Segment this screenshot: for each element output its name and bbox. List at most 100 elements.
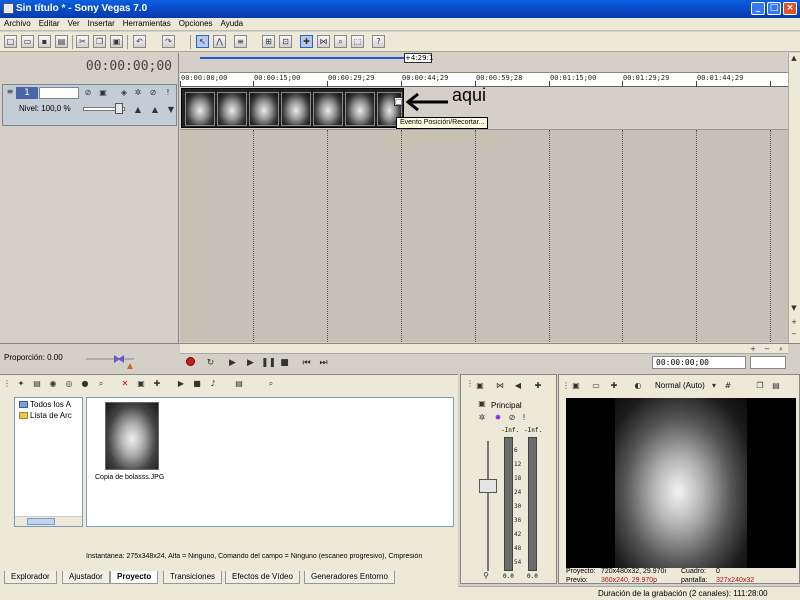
timeline-vertical-scrollbar[interactable]: ▲ ▼ + − [788,53,800,343]
panel-grip-icon[interactable]: ⋮ [2,379,12,389]
scroll-up-icon[interactable]: ▲ [789,53,799,63]
insert-bus-icon[interactable]: ▣ [475,381,485,391]
import-media-icon[interactable]: ▤ [32,379,42,389]
menu-ayuda[interactable]: Ayuda [217,18,248,28]
media-thumbnail[interactable] [105,402,159,470]
media-fx-icon[interactable]: ✚ [152,379,162,389]
mute-icon[interactable]: ⊘ [507,413,517,423]
auto-crossfade-icon[interactable]: ⋈ [317,35,330,48]
ignore-grouping-icon[interactable]: ⊡ [279,35,292,48]
record-icon[interactable] [184,357,197,369]
zoom-tool-icon[interactable]: ⌕ [334,35,347,48]
lock-icon[interactable]: ⚲ [481,571,491,581]
timeline-horizontal-scrollbar[interactable] [180,344,788,354]
play-icon[interactable]: ▶ [244,357,257,369]
minimize-button[interactable]: _ [751,2,765,15]
composite-mode-icon[interactable]: ◈ [119,88,129,98]
downmix-icon[interactable]: ⋈ [495,381,505,391]
event-pan-crop-icon[interactable]: ▢ [394,97,403,106]
menu-opciones[interactable]: Opciones [175,18,217,28]
track-motion-icon[interactable]: ▣ [98,88,108,98]
globe-icon[interactable]: ● [80,379,90,389]
cut-icon[interactable]: ✂ [76,35,89,48]
external-monitor-icon[interactable]: ▭ [591,381,601,391]
gear-icon[interactable]: ✸ [493,413,503,423]
master-fader-track[interactable] [487,441,489,571]
tree-horizontal-scrollbar[interactable] [15,516,82,526]
tab-proyecto[interactable]: Proyecto [110,571,159,584]
arrow-down-icon[interactable]: ▼ [166,105,176,115]
mute-icon[interactable]: ⊘ [148,88,158,98]
arrow-up-icon[interactable]: ▲ [133,105,143,115]
timeline-empty-area[interactable] [180,130,788,342]
split-screen-icon[interactable]: ◐ [633,381,643,391]
wand-icon[interactable]: ✦ [16,379,26,389]
panel-grip-icon[interactable]: ⋮ [561,381,571,391]
selection-tool-icon[interactable]: ⬚ [351,35,364,48]
tree-item-all-media[interactable]: Todos los A [19,400,81,409]
bus-fx-icon[interactable]: ✲ [477,413,487,423]
tab-generadores-entorno[interactable]: Generadores Entorno [304,571,395,584]
zoom-h-icon[interactable]: ⌕ [776,344,786,354]
lock-envelopes-icon[interactable]: ⊞ [262,35,275,48]
search-media-icon[interactable]: ⌕ [96,379,106,389]
delete-icon[interactable]: ✕ [120,379,130,389]
scroll-thumb[interactable] [27,518,55,525]
menu-herramientas[interactable]: Herramientas [119,18,175,28]
open-icon[interactable]: ▭ [21,35,34,48]
auto-preview-icon[interactable]: ♪ [208,379,218,389]
assignable-fx-icon[interactable]: ✚ [533,381,543,391]
solo-icon[interactable]: ! [519,413,529,423]
loop-region-bar[interactable] [200,57,404,59]
menu-insertar[interactable]: Insertar [84,18,119,28]
properties-icon[interactable]: ▤ [55,35,68,48]
solo-icon[interactable]: ! [163,88,173,98]
speaker-icon[interactable]: ◀ [513,381,523,391]
copy-icon[interactable]: ❐ [93,35,106,48]
track-fx-icon[interactable]: ✲ [133,88,143,98]
menu-editar[interactable]: Editar [35,18,64,28]
views-icon[interactable]: ▤ [234,379,244,389]
whats-this-icon[interactable]: ? [372,35,385,48]
properties-icon[interactable]: ▣ [136,379,146,389]
play-preview-icon[interactable]: ▶ [176,379,186,389]
undo-icon[interactable]: ↶ [133,35,146,48]
new-icon[interactable]: □ [4,35,17,48]
track-name-field[interactable] [39,87,79,99]
go-to-start-icon[interactable]: ⏮ [300,357,313,369]
get-media-icon[interactable]: ◎ [64,379,74,389]
tab-transiciones[interactable]: Transiciones [163,571,223,584]
save-icon[interactable]: ▪ [38,35,51,48]
properties-icon[interactable]: ▣ [571,381,581,391]
play-from-start-icon[interactable]: ▶ [226,357,239,369]
normal-edit-tool-icon[interactable]: ↖ [196,35,209,48]
collapse-icon[interactable]: ≡ [5,87,15,97]
capture-icon[interactable]: ◉ [48,379,58,389]
loop-icon[interactable]: ↻ [204,357,217,369]
menu-archivo[interactable]: Archivo [0,18,35,28]
paste-icon[interactable]: ▣ [110,35,123,48]
bus-icon[interactable]: ▣ [477,399,487,409]
copy-snapshot-icon[interactable]: ❐ [755,381,765,391]
envelope-tool-icon[interactable]: ⋀ [213,35,226,48]
zoom-out-h-icon[interactable]: − [762,344,772,354]
close-button[interactable]: × [783,2,797,15]
tree-item-media-list[interactable]: Lista de Arc [19,411,81,420]
search-icon[interactable]: ⌕ [266,379,276,389]
media-list[interactable]: Copia de bolasss.JPG [86,397,454,527]
pause-icon[interactable]: ❚❚ [261,357,276,369]
scroll-left-icon[interactable]: + [748,344,758,354]
preview-quality-dropdown[interactable]: Normal (Auto) [655,381,705,390]
preview-fx-icon[interactable]: ✚ [609,381,619,391]
ratio-slider-icon[interactable] [84,349,136,371]
panel-grip-icon[interactable]: ⋮ [465,379,475,389]
media-bins-tree[interactable]: Todos los A Lista de Arc [14,397,83,527]
menu-ver[interactable]: Ver [64,18,84,28]
scroll-down-icon[interactable]: ▼ [789,303,799,313]
tab-efectos-de-video[interactable]: Efectos de Vídeo [225,571,300,584]
tab-ajustador[interactable]: Ajustador [62,571,110,584]
snapping-icon[interactable]: ✚ [300,35,313,48]
zoom-in-icon[interactable]: + [789,317,799,327]
stop-preview-icon[interactable]: ■ [192,379,202,389]
video-track-header[interactable]: ≡ 1 ⊘ ▣ ◈ ✲ ⊘ ! Nivel: 100,0 % ▲ ▲ ▼ [2,84,177,126]
